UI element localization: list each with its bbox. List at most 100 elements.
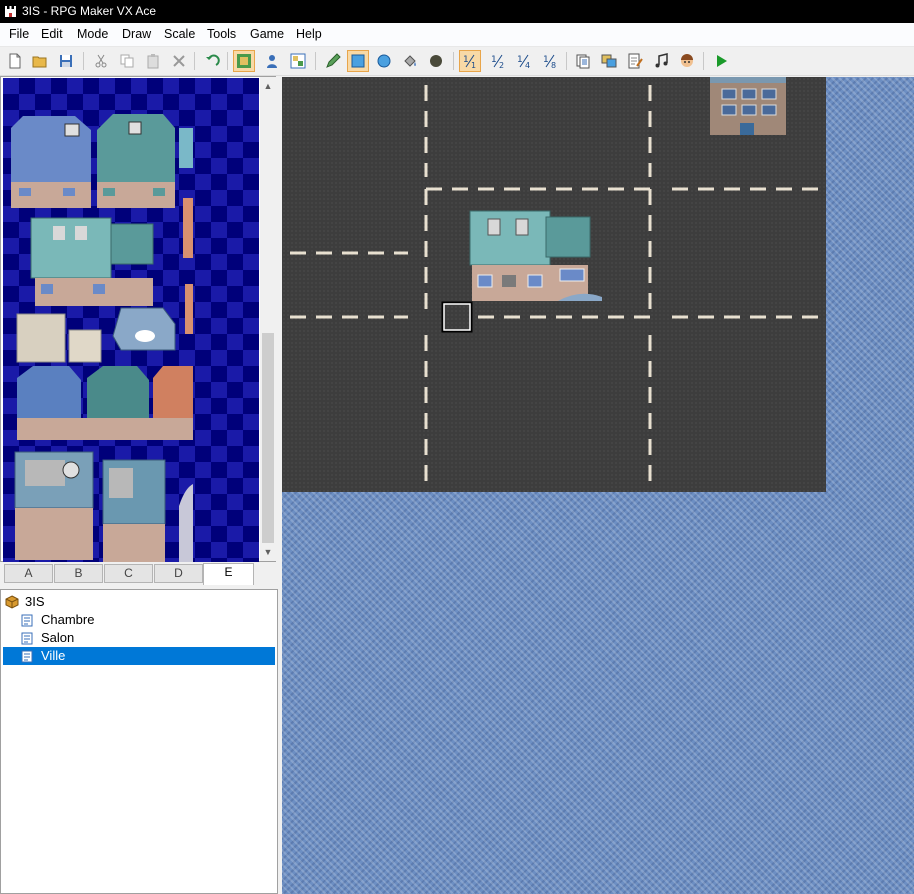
menu-game[interactable]: Game <box>250 27 284 41</box>
tree-map-label: Salon <box>41 630 75 645</box>
tree-map-salon[interactable]: Salon <box>21 629 275 647</box>
tree-project[interactable]: 3IS <box>5 593 275 611</box>
character-face-icon <box>681 54 693 67</box>
delete-x-icon <box>173 55 185 67</box>
scale-1-4-icon: 14 <box>517 54 530 69</box>
toolbar-separator <box>227 52 228 70</box>
tab-e[interactable]: E <box>203 563 254 585</box>
scrollbar-thumb[interactable] <box>262 333 274 543</box>
menu-edit[interactable]: Edit <box>41 27 63 41</box>
scale-1-1-icon: 11 <box>463 54 476 69</box>
tree-map-label: Ville <box>41 648 66 663</box>
region-mode-button[interactable] <box>287 50 309 72</box>
scissors-icon <box>95 54 107 68</box>
title-bar: 3IS - RPG Maker VX Ace <box>0 0 914 23</box>
save-project-button[interactable] <box>55 50 77 72</box>
map-page-icon <box>21 614 33 627</box>
cut-button[interactable] <box>90 50 112 72</box>
toolbar-separator <box>315 52 316 70</box>
menu-draw[interactable]: Draw <box>122 27 151 41</box>
tileset-graphics <box>3 78 259 562</box>
event-mode-button[interactable] <box>261 50 283 72</box>
lab-building <box>469 210 602 301</box>
undo-arrow-icon <box>206 54 220 66</box>
map-mode-button[interactable] <box>233 50 255 72</box>
menu-tools[interactable]: Tools <box>207 27 236 41</box>
map-page-icon <box>21 650 33 663</box>
clipboard-icon <box>147 54 159 69</box>
scale-1-4-button[interactable]: 14 <box>513 50 535 72</box>
tileset-scrollbar[interactable]: ▲ ▼ <box>260 77 276 561</box>
menu-file[interactable]: File <box>9 27 29 41</box>
rectangle-tool-button[interactable] <box>347 50 369 72</box>
menu-mode[interactable]: Mode <box>77 27 108 41</box>
scale-1-8-button[interactable]: 18 <box>539 50 561 72</box>
script-editor-button[interactable] <box>624 50 646 72</box>
tab-d[interactable]: D <box>154 564 203 583</box>
script-editor-icon <box>628 53 643 69</box>
copy-button[interactable] <box>116 50 138 72</box>
undo-button[interactable] <box>201 50 223 72</box>
copy-icon <box>120 54 134 68</box>
tab-a[interactable]: A <box>4 564 53 583</box>
menu-scale[interactable]: Scale <box>164 27 195 41</box>
new-project-button[interactable] <box>4 50 26 72</box>
tree-project-label: 3IS <box>25 594 45 609</box>
toolbar-separator <box>566 52 567 70</box>
open-project-button[interactable] <box>29 50 51 72</box>
map-editor[interactable] <box>282 77 914 894</box>
tab-b[interactable]: B <box>54 564 103 583</box>
folder-icon <box>32 56 47 68</box>
sound-test-button[interactable] <box>650 50 672 72</box>
scale-1-1-button[interactable]: 11 <box>459 50 481 72</box>
tile-fragment <box>179 128 193 168</box>
scroll-up-arrow-icon[interactable]: ▲ <box>263 81 273 91</box>
svg-text:1: 1 <box>471 61 476 69</box>
tree-map-chambre[interactable]: Chambre <box>21 611 275 629</box>
map-page-icon <box>21 632 33 645</box>
apartment-tile <box>14 451 166 562</box>
menu-bar: File Edit Mode Draw Scale Tools Game Hel… <box>0 23 914 47</box>
tile-fragment <box>185 284 193 334</box>
pencil-tool-button[interactable] <box>322 50 344 72</box>
character-generator-button[interactable] <box>676 50 698 72</box>
pokecenter-dome-tile <box>112 307 176 351</box>
map-layer-icon <box>237 54 251 68</box>
paste-button[interactable] <box>142 50 164 72</box>
playtest-button[interactable] <box>710 50 732 72</box>
toolbar-separator <box>703 52 704 70</box>
house-blue-roof-tile <box>11 116 91 208</box>
scale-1-8-icon: 18 <box>543 54 556 69</box>
fill-tool-button[interactable] <box>399 50 421 72</box>
tile-cursor <box>441 301 473 333</box>
menu-help[interactable]: Help <box>296 27 322 41</box>
lab-building-tile <box>30 217 154 306</box>
small-house-row-tile <box>17 366 193 440</box>
tileset-palette[interactable] <box>3 78 259 562</box>
building-top-right <box>710 77 786 135</box>
tileset-panel: ▲ ▼ <box>0 76 276 562</box>
tab-c[interactable]: C <box>104 564 153 583</box>
ellipse-tool-button[interactable] <box>373 50 395 72</box>
paint-bucket-icon <box>404 55 416 67</box>
shadow-pen-button[interactable] <box>425 50 447 72</box>
play-icon <box>717 55 727 67</box>
tile-fragment <box>183 198 193 258</box>
resource-manager-icon <box>601 54 617 68</box>
ellipse-icon <box>377 54 391 68</box>
map-canvas[interactable] <box>282 77 826 492</box>
svg-text:2: 2 <box>499 61 504 69</box>
project-cube-icon <box>5 595 19 609</box>
pencil-icon <box>326 53 341 68</box>
database-button[interactable] <box>572 50 594 72</box>
scale-1-2-icon: 12 <box>491 54 504 69</box>
house-teal-roof-tile <box>97 114 175 208</box>
scale-1-2-button[interactable]: 12 <box>487 50 509 72</box>
delete-button[interactable] <box>168 50 190 72</box>
tree-map-ville[interactable]: Ville <box>3 647 275 665</box>
resource-manager-button[interactable] <box>598 50 620 72</box>
tileset-tabs: A B C D E <box>2 563 276 585</box>
region-icon <box>290 53 306 69</box>
new-document-icon <box>9 53 21 69</box>
scroll-down-arrow-icon[interactable]: ▼ <box>263 547 273 557</box>
